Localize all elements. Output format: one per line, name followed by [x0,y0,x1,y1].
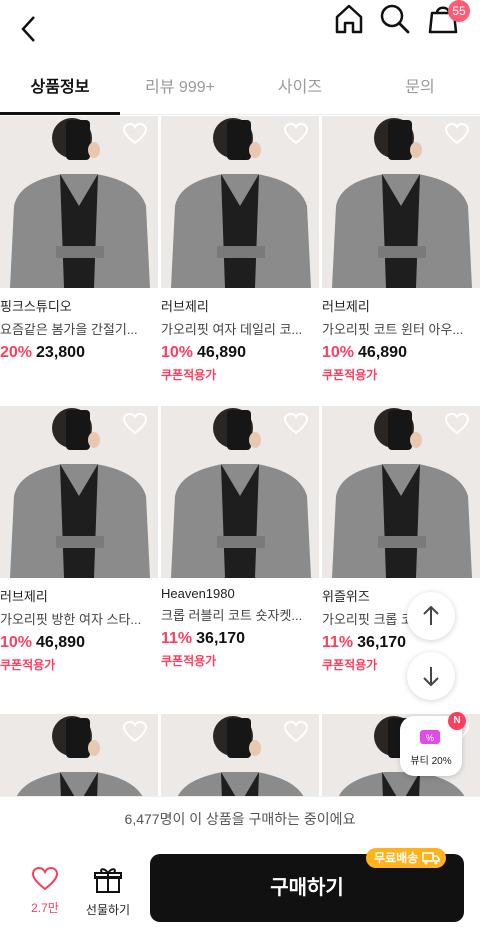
price: 46,890 [36,634,85,651]
product-image[interactable] [322,116,480,288]
coupon-price-label: 쿠폰적용가 [322,368,378,382]
active-tab-indicator [0,112,120,115]
product-price-line: 20% 23,800 [0,344,158,362]
product-card[interactable]: 위즐위즈가오리핏 크롭 코트 블... 11% 36,170 쿠폰적용가 [322,406,480,673]
product-image[interactable] [0,406,158,578]
purchase-notice: 6,477명이 이 상품을 구매하는 중이에요 [0,796,480,841]
price: 36,170 [196,630,246,647]
product-brand: 러브제리 [322,299,370,314]
product-card[interactable] [161,714,319,796]
product-card[interactable]: 핑크스튜디오요즘같은 봄가을 간절기... 20% 23,800 [0,116,158,366]
discount-rate: 11% [322,634,354,651]
product-image[interactable] [161,714,319,796]
free-shipping-badge: 무료배송 [366,848,447,868]
arrow-down-icon [423,667,439,687]
heart-icon [31,866,59,891]
beauty-promo-button[interactable]: N % 뷰티 20% [400,712,466,776]
product-brand: 위즐위즈 [322,589,370,604]
discount-rate: 20% [0,344,33,361]
price: 46,890 [358,344,407,361]
product-price-line: 10% 46,890 [161,344,319,362]
product-name: 가오리핏 방한 여자 스타... [0,612,142,627]
svg-text:%: % [426,733,434,743]
price: 23,800 [36,344,85,361]
product-name: 크롭 러블리 코트 숏자켓... [161,608,303,623]
product-brand: 러브제리 [0,589,48,604]
chevron-left-icon [21,16,35,42]
discount-rate: 10% [0,634,33,651]
wishlist-heart-icon[interactable] [444,412,470,436]
cart-count-badge: 55 [448,0,470,22]
product-image[interactable] [0,116,158,288]
wishlist-heart-icon[interactable] [444,122,470,146]
discount-rate: 11% [161,630,193,647]
arrow-up-icon [423,605,439,625]
gift-button[interactable]: 선물하기 [80,866,136,918]
product-card[interactable]: 러브제리가오리핏 여자 데일리 코... 10% 46,890 쿠폰적용가 [161,116,319,383]
product-image[interactable] [0,714,158,796]
product-image[interactable] [161,406,319,578]
search-button[interactable] [376,0,414,38]
product-name: 요즘같은 봄가을 간절기... [0,322,138,337]
product-price-line: 10% 46,890 [322,344,480,362]
product-brand: Heaven1980 [161,586,235,601]
tab-size[interactable]: 사이즈 [240,62,360,114]
search-icon [380,4,410,34]
home-icon [335,4,363,34]
back-button[interactable] [14,14,44,44]
product-brand: 러브제리 [161,299,209,314]
product-name: 가오리핏 여자 데일리 코... [161,322,303,337]
gift-label: 선물하기 [85,903,131,917]
gift-icon [94,868,122,893]
product-card[interactable] [0,714,158,796]
discount-rate: 10% [161,344,194,361]
tab-inquiry[interactable]: 문의 [360,62,480,114]
product-card[interactable]: Heaven1980 크롭 러블리 코트 숏자켓... 11% 36,170 쿠폰적용가 [161,406,319,669]
product-image[interactable] [322,406,480,578]
coupon-price-label: 쿠폰적용가 [161,654,217,668]
product-card[interactable]: 러브제리가오리핏 방한 여자 스타... 10% 46,890 쿠폰적용가 [0,406,158,673]
top-bar: 55 [0,0,480,60]
product-price-line: 11% 36,170 [161,630,319,648]
wishlist-heart-icon[interactable] [122,720,148,744]
product-image[interactable] [161,116,319,288]
beauty-label: 뷰티 20% [410,756,452,767]
price: 46,890 [197,344,246,361]
discount-rate: 10% [322,344,355,361]
product-name: 가오리핏 코트 윈터 아우... [322,322,464,337]
new-badge: N [448,712,466,730]
scroll-down-button[interactable] [407,652,455,700]
wishlist-heart-icon[interactable] [283,412,309,436]
product-name: 가오리핏 크롭 코트 블... [322,612,452,627]
tab-product-info[interactable]: 상품정보 [0,62,120,114]
coupon-price-label: 쿠폰적용가 [322,658,378,672]
home-button[interactable] [330,0,368,38]
product-price-line: 11% 36,170 [322,634,480,652]
product-brand: 핑크스튜디오 [0,299,72,314]
tab-bar: 상품정보 리뷰 999+ 사이즈 문의 [0,62,480,115]
like-button[interactable]: 2.7만 [20,866,70,916]
wishlist-heart-icon[interactable] [283,720,309,744]
wishlist-heart-icon[interactable] [283,122,309,146]
coupon-price-label: 쿠폰적용가 [0,658,56,672]
coupon-price-label: 쿠폰적용가 [161,368,217,382]
scroll-up-button[interactable] [407,592,455,640]
wishlist-heart-icon[interactable] [122,122,148,146]
product-price-line: 10% 46,890 [0,634,158,652]
product-card[interactable]: 러브제리가오리핏 코트 윈터 아우... 10% 46,890 쿠폰적용가 [322,116,480,383]
free-shipping-label: 무료배송 [374,851,419,865]
like-count: 2.7만 [31,901,59,915]
tab-reviews[interactable]: 리뷰 999+ [120,62,240,114]
price: 36,170 [357,634,407,651]
truck-icon [422,852,440,865]
wishlist-heart-icon[interactable] [122,412,148,436]
